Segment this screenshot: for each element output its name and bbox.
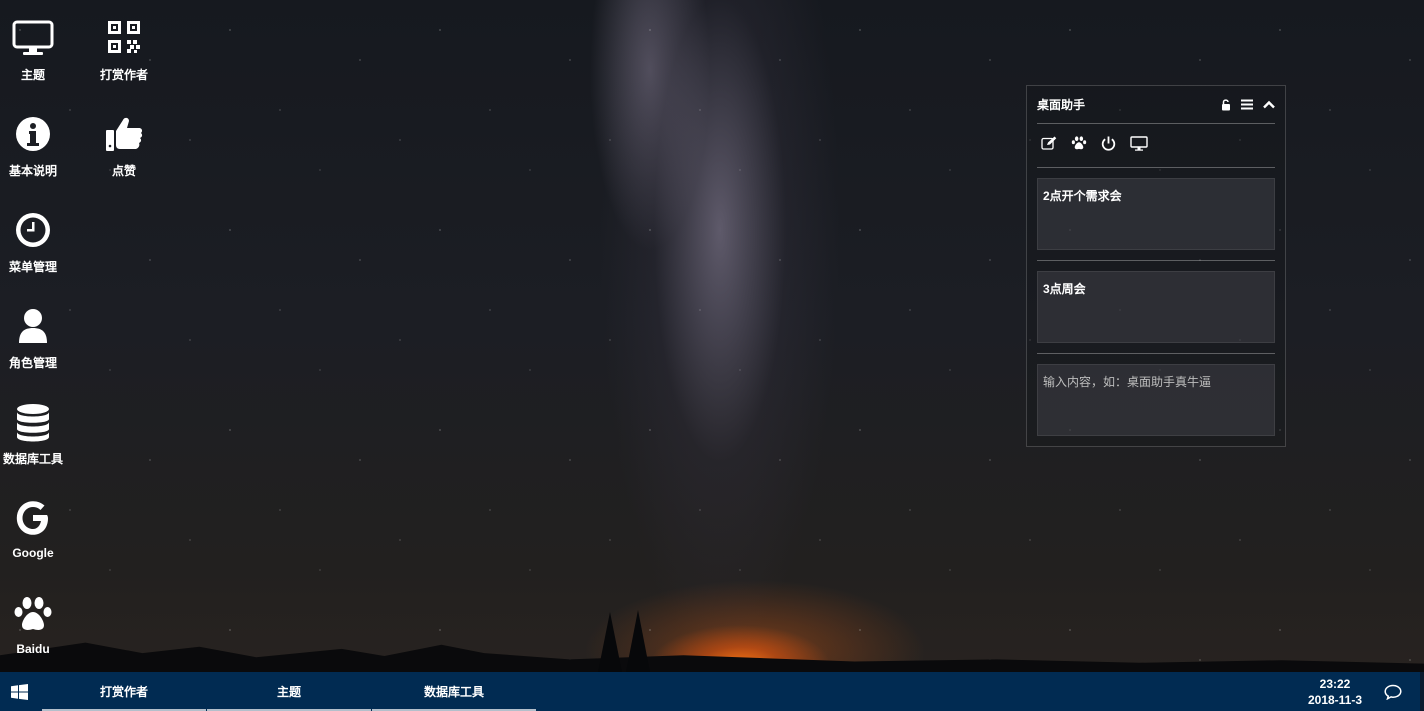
paw-icon[interactable] [1071,136,1087,155]
taskbar-item[interactable]: 数据库工具 [372,672,536,711]
desktop-icon-label: 点赞 [111,164,136,178]
desktop-icon-database-tool[interactable]: 数据库工具 [0,404,78,467]
edit-icon[interactable] [1041,136,1057,155]
widget-title: 桌面助手 [1037,98,1086,112]
power-icon[interactable] [1101,136,1116,156]
widget-header-actions [1221,98,1275,111]
desktop-icon-baidu[interactable]: Baidu [0,596,78,656]
user-icon [0,308,78,348]
desktop-icon-theme[interactable]: 主题 [0,20,78,83]
desktop-assistant-widget: 桌面助手 2点开个需求会 3点周会 [1026,85,1286,447]
note-item: 2点开个需求会 [1037,168,1275,261]
desktop-icon-label: 数据库工具 [2,452,63,466]
note-textarea[interactable]: 3点周会 [1037,271,1275,343]
new-note [1037,354,1275,446]
paw-icon [0,596,78,636]
monitor-icon[interactable] [1130,135,1148,156]
desktop-icon-role-management[interactable]: 角色管理 [0,308,78,371]
desktop-icon-google[interactable]: Google [0,500,78,560]
wallpaper-tree [626,610,650,672]
desktop-icon-basic-info[interactable]: 基本说明 [0,116,78,179]
taskbar-item[interactable]: 主题 [207,672,371,711]
message-icon[interactable] [1384,684,1402,705]
taskbar-edge [1420,672,1424,711]
taskbar-item[interactable]: 打赏作者 [42,672,206,711]
monitor-icon [0,20,78,60]
desktop-icon-reward-author[interactable]: 打赏作者 [79,20,169,83]
clock-time: 23:22 [1319,677,1351,691]
desktop-icon-label: Google [12,546,54,560]
database-icon [0,404,78,444]
desktop-icon-label: 菜单管理 [8,260,57,274]
google-icon [0,500,78,540]
desktop-icon-label: 角色管理 [8,356,57,370]
desktop-icon-label: 基本说明 [8,164,57,178]
qrcode-icon [79,20,169,60]
info-icon [0,116,78,156]
desktop-icon-like[interactable]: 点赞 [79,116,169,179]
windows-icon[interactable] [11,684,28,705]
desktop-icon-label: Baidu [16,642,50,656]
chevron-up-icon[interactable] [1263,100,1275,109]
taskbar-clock[interactable]: 23:22 2018-11-3 [1300,676,1370,708]
desktop-icon-label: 打赏作者 [99,68,148,82]
taskbar-item-label: 主题 [276,685,301,699]
clock-date: 2018-11-3 [1307,693,1363,707]
taskbar: 打赏作者 主题 数据库工具 23:22 2018-11-3 [0,672,1424,711]
desktop-icon-menu-management[interactable]: 菜单管理 [0,212,78,275]
note-item: 3点周会 [1037,261,1275,354]
taskbar-item-label: 数据库工具 [423,685,484,699]
taskbar-item-label: 打赏作者 [99,685,148,699]
new-note-input[interactable] [1037,364,1275,436]
menu-icon[interactable] [1241,99,1253,110]
widget-toolbar [1037,124,1275,168]
unlock-icon[interactable] [1221,98,1231,111]
thumbs-up-icon [79,116,169,156]
clock-icon [0,212,78,252]
widget-header[interactable]: 桌面助手 [1037,86,1275,124]
note-textarea[interactable]: 2点开个需求会 [1037,178,1275,250]
desktop-icon-label: 主题 [20,68,45,82]
wallpaper-tree [598,612,622,672]
